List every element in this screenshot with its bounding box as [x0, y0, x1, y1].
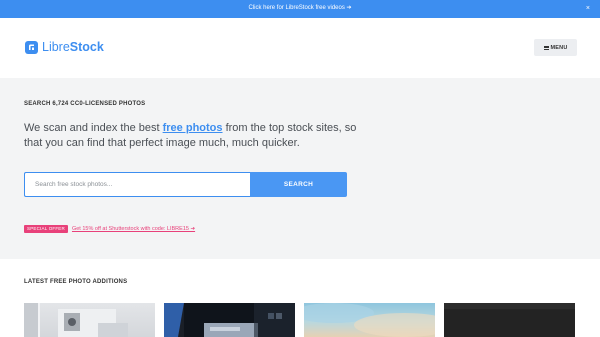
- site-header: LibreStock MENU: [0, 18, 600, 78]
- photo-count-heading: SEARCH 6,724 CC0-LICENSED PHOTOS: [24, 101, 146, 107]
- photo-thumbnail-image: [164, 303, 295, 337]
- photo-thumbnail[interactable]: [444, 303, 575, 337]
- photo-thumbnail-image: [444, 303, 575, 337]
- free-photos-link[interactable]: free photos: [163, 122, 223, 134]
- menu-button[interactable]: MENU: [534, 39, 577, 56]
- search-button[interactable]: SEARCH: [250, 172, 347, 197]
- close-icon[interactable]: ×: [586, 4, 590, 14]
- logo-text: LibreStock: [42, 40, 104, 54]
- shutterstock-offer-link[interactable]: Get 15% off at Shutterstock with code: L…: [72, 226, 195, 232]
- search-input[interactable]: [24, 172, 250, 197]
- hero-section: SEARCH 6,724 CC0-LICENSED PHOTOS We scan…: [0, 78, 600, 259]
- free-videos-link[interactable]: Click here for LibreStock free videos ➔: [0, 4, 600, 11]
- photo-thumbnail-image: [304, 303, 435, 337]
- photo-thumbnail[interactable]: [304, 303, 435, 337]
- lead-text-start: We scan and index the best: [24, 122, 163, 134]
- logo[interactable]: LibreStock: [25, 40, 104, 54]
- logo-text-libre: Libre: [42, 40, 70, 54]
- menu-label: MENU: [550, 44, 568, 51]
- announcement-bar: Click here for LibreStock free videos ➔ …: [0, 0, 600, 18]
- special-offer: SPECIAL OFFER Get 15% off at Shutterstoc…: [24, 224, 195, 233]
- photo-thumbnail[interactable]: [24, 303, 155, 337]
- logo-icon: [25, 40, 38, 54]
- photo-thumbnail-image: [24, 303, 128, 337]
- hero-lead: We scan and index the best free photos f…: [24, 121, 369, 151]
- logo-text-stock: Stock: [69, 40, 104, 54]
- photo-thumbnail[interactable]: [164, 303, 295, 337]
- hamburger-icon: [543, 45, 549, 50]
- special-offer-badge: SPECIAL OFFER: [24, 224, 68, 233]
- latest-additions-heading: LATEST FREE PHOTO ADDITIONS: [24, 279, 128, 285]
